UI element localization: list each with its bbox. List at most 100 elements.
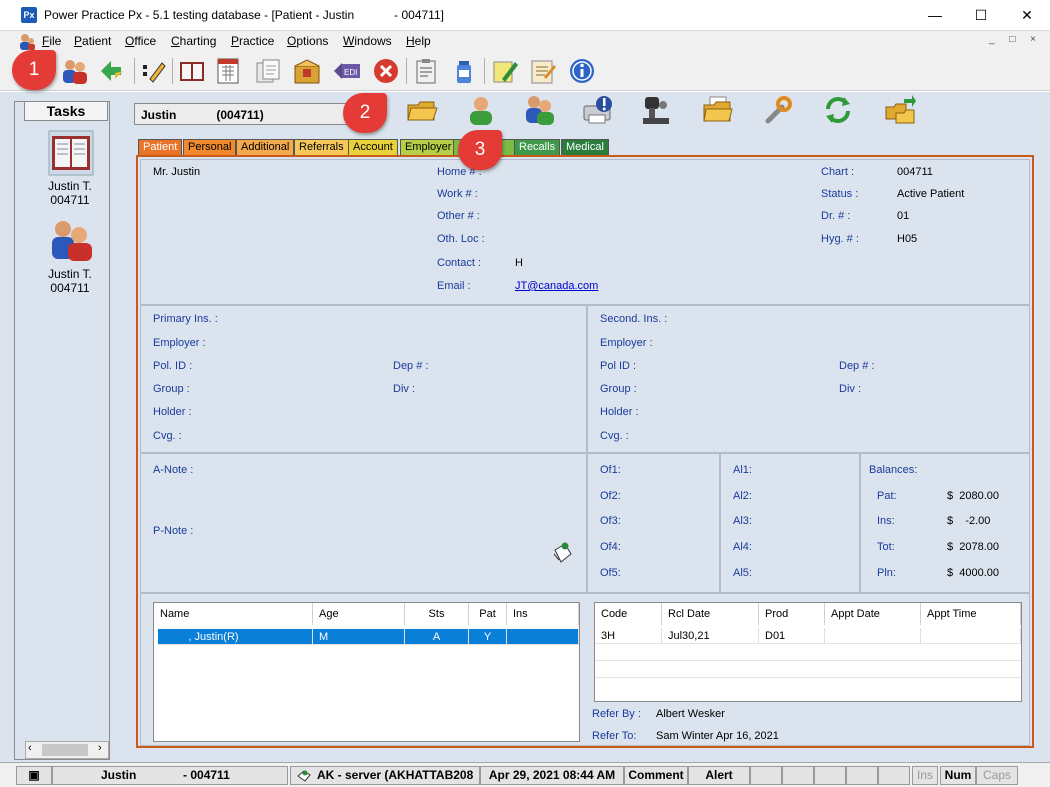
status-patient-name: Justin - 004711 bbox=[52, 766, 288, 785]
patient-family-icon[interactable] bbox=[48, 218, 94, 264]
status-comment[interactable]: Comment bbox=[624, 766, 688, 785]
chart-grid-icon[interactable] bbox=[214, 57, 242, 85]
table-row[interactable]: 3H Jul30,21 D01 bbox=[595, 628, 1021, 644]
menu-patient[interactable]: Patient bbox=[74, 34, 111, 48]
family-icon[interactable] bbox=[521, 93, 557, 127]
tab-recalls[interactable]: Recalls bbox=[514, 139, 561, 156]
chart-pencil-icon[interactable] bbox=[140, 57, 168, 85]
notes-pencil-icon[interactable] bbox=[490, 57, 518, 85]
tab-additional[interactable]: Additional bbox=[236, 139, 295, 156]
grid-header-ins[interactable]: Ins bbox=[507, 603, 579, 625]
open-folder-icon[interactable] bbox=[404, 93, 440, 127]
patient-field[interactable]: Justin (004711) bbox=[134, 103, 356, 125]
documents-folder-icon[interactable] bbox=[700, 93, 736, 127]
clipboard-icon[interactable] bbox=[412, 57, 440, 85]
grid-header-prod[interactable]: Prod bbox=[759, 603, 825, 625]
balance-ins-label: Ins: bbox=[877, 515, 895, 527]
tab-referrals[interactable]: Referrals bbox=[294, 139, 349, 156]
treatment-box-icon[interactable] bbox=[292, 57, 320, 85]
email-link[interactable]: JT@canada.com bbox=[515, 280, 598, 292]
medication-bottle-icon[interactable] bbox=[450, 57, 478, 85]
info-icon[interactable] bbox=[568, 57, 596, 85]
wrench-icon[interactable] bbox=[760, 93, 796, 127]
family-members-grid[interactable]: Name Age Sts Pat Ins , Justin(R) M A Y bbox=[153, 602, 580, 742]
balance-pln-value: $ 4000.00 bbox=[947, 567, 999, 579]
refer-to-label: Refer To: bbox=[592, 730, 637, 742]
menu-options[interactable]: Options bbox=[287, 34, 328, 48]
of3-label: Of3: bbox=[600, 515, 621, 527]
note-hand-icon[interactable] bbox=[549, 540, 575, 566]
documents-icon[interactable] bbox=[254, 57, 282, 85]
primary-insurance-section: Primary Ins. : Employer : Pol. ID : Grou… bbox=[140, 305, 587, 453]
transfer-arrows-icon[interactable] bbox=[97, 57, 125, 85]
grid-header-code[interactable]: Code bbox=[595, 603, 662, 625]
scroll-right-icon[interactable]: › bbox=[98, 742, 102, 754]
tab-account[interactable]: Account bbox=[348, 139, 398, 156]
menu-charting[interactable]: Charting bbox=[171, 34, 216, 48]
chart-book-icon[interactable] bbox=[48, 130, 94, 176]
title-bar: Px Power Practice Px - 5.1 testing datab… bbox=[0, 0, 1050, 31]
of2-label: Of2: bbox=[600, 490, 621, 502]
cancel-icon[interactable] bbox=[372, 57, 400, 85]
family-row-age: M bbox=[313, 629, 405, 645]
minimize-button[interactable]: — bbox=[912, 0, 958, 31]
tasks-scrollbar[interactable]: ‹ › bbox=[25, 741, 109, 759]
edi-icon[interactable]: EDI bbox=[332, 57, 360, 85]
status-datetime: Apr 29, 2021 08:44 AM bbox=[480, 766, 624, 785]
menu-file[interactable]: File bbox=[42, 34, 61, 48]
secondary-holder-label: Holder : bbox=[600, 406, 639, 418]
of1-label: Of1: bbox=[600, 464, 621, 476]
grid-header-appt-date[interactable]: Appt Date bbox=[825, 603, 921, 625]
grid-header-recall-date[interactable]: Rcl Date bbox=[662, 603, 759, 625]
grid-header-appt-time[interactable]: Appt Time bbox=[921, 603, 1021, 625]
folder-transfer-icon[interactable] bbox=[882, 93, 918, 127]
patient-select-icon[interactable] bbox=[60, 57, 88, 85]
balance-pat-label: Pat: bbox=[877, 490, 897, 502]
menu-practice[interactable]: Practice bbox=[231, 34, 274, 48]
balance-ins-value: $ -2.00 bbox=[947, 515, 991, 527]
maximize-button[interactable]: ☐ bbox=[958, 0, 1004, 31]
refer-to-value: Sam Winter Apr 16, 2021 bbox=[656, 730, 779, 742]
task-item-name[interactable]: Justin T. bbox=[22, 267, 118, 281]
tab-employer[interactable]: Employer bbox=[400, 139, 457, 156]
menu-windows[interactable]: Windows bbox=[343, 34, 392, 48]
scroll-thumb[interactable] bbox=[42, 744, 88, 756]
family-row-status: A bbox=[405, 629, 469, 645]
tab-medical[interactable]: Medical bbox=[561, 139, 609, 156]
status-label: Status : bbox=[821, 188, 859, 200]
grid-header-status[interactable]: Sts bbox=[405, 603, 469, 625]
menu-help[interactable]: Help bbox=[406, 34, 431, 48]
a-note-label: A-Note : bbox=[153, 464, 194, 476]
memo-icon[interactable] bbox=[528, 57, 556, 85]
close-window-button[interactable]: ✕ bbox=[1004, 0, 1050, 31]
mdi-window-controls[interactable]: _ □ × bbox=[989, 34, 1042, 45]
grid-header-pat[interactable]: Pat bbox=[469, 603, 507, 625]
email-label: Email : bbox=[437, 280, 471, 292]
print-alert-icon[interactable] bbox=[580, 93, 616, 127]
book-icon[interactable] bbox=[178, 57, 206, 85]
table-row[interactable]: , Justin(R) M A Y bbox=[158, 629, 579, 645]
menu-office[interactable]: Office bbox=[125, 34, 156, 48]
grid-header-age[interactable]: Age bbox=[313, 603, 405, 625]
secondary-insurance-section: Second. Ins. : Employer : Pol ID : Group… bbox=[587, 305, 1030, 453]
doctor-value: 01 bbox=[897, 210, 910, 222]
status-camera-icon[interactable]: ▣ bbox=[16, 766, 52, 785]
patient-icon[interactable] bbox=[463, 93, 499, 127]
secondary-coverage-label: Cvg. : bbox=[600, 430, 629, 442]
task-item-name[interactable]: Justin T. bbox=[22, 179, 118, 193]
refresh-icon[interactable] bbox=[820, 93, 856, 127]
tab-patient[interactable]: Patient bbox=[138, 139, 183, 156]
tab-personal[interactable]: Personal bbox=[183, 139, 237, 156]
secondary-dep-label: Dep # : bbox=[839, 360, 875, 372]
grid-header-name[interactable]: Name bbox=[154, 603, 313, 625]
notes-section: A-Note : P-Note : bbox=[140, 453, 587, 593]
xray-machine-icon[interactable] bbox=[639, 93, 675, 127]
mdi-patient-icon bbox=[20, 34, 35, 50]
recalls-grid[interactable]: Code Rcl Date Prod Appt Date Appt Time 3… bbox=[594, 602, 1022, 702]
primary-coverage-label: Cvg. : bbox=[153, 430, 182, 442]
scroll-left-icon[interactable]: ‹ bbox=[28, 742, 32, 754]
app-logo-icon: Px bbox=[21, 7, 37, 23]
contact-value: H bbox=[515, 257, 523, 269]
status-alert[interactable]: Alert bbox=[688, 766, 750, 785]
status-chart: - 004711 bbox=[183, 768, 230, 782]
